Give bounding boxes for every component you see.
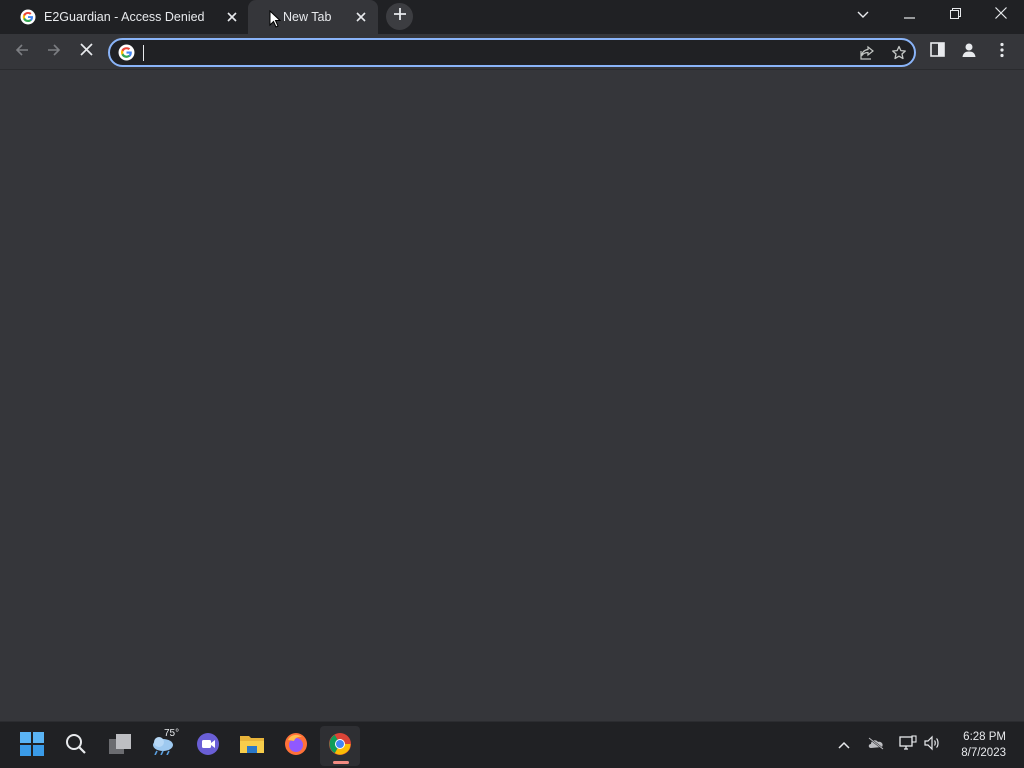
chrome-button[interactable] [320,726,360,766]
browser-toolbar [0,34,1024,70]
clock-date: 8/7/2023 [961,747,1006,759]
firefox-icon [284,732,308,761]
close-tab-icon[interactable] [223,8,241,26]
clock-time: 6:28 PM [963,731,1006,743]
google-g-icon [118,44,135,66]
restore-icon [949,6,961,24]
star-icon[interactable] [888,42,910,64]
restore-button[interactable] [932,0,978,30]
volume-icon [923,735,941,756]
address-input[interactable] [142,43,842,63]
tab-title: New Tab [283,10,332,24]
minimize-icon [903,6,915,24]
task-view-button[interactable] [100,726,140,766]
onedrive-status[interactable] [865,734,887,756]
tab-strip: E2Guardian - Access Denied New Tab [0,0,1024,34]
stop-loading-icon [79,43,93,61]
new-tab-button[interactable] [386,3,413,30]
minimize-button[interactable] [886,0,932,30]
omnibox[interactable] [108,38,916,67]
page-content-blank [0,71,1024,721]
side-panel-icon [929,42,945,62]
chevron-up-icon [838,736,850,754]
stop-loading-button[interactable] [71,37,101,67]
tab-search-button[interactable] [840,0,886,30]
windows-taskbar: 75° 6:28 PM 8/7/2023 [0,721,1024,768]
network-status[interactable] [897,734,919,756]
onedrive-offline-icon [867,736,885,755]
show-hidden-icons-button[interactable] [833,734,855,756]
forward-arrow-icon [46,42,62,63]
firefox-button[interactable] [276,726,316,766]
weather-temp: 75° [164,728,180,739]
taskbar-clock[interactable]: 6:28 PM 8/7/2023 [961,729,1006,761]
back-button[interactable] [7,37,37,67]
back-arrow-icon [14,42,30,63]
close-icon [995,6,1007,24]
forward-button[interactable] [39,37,69,67]
chrome-icon [328,732,352,761]
menu-button[interactable] [987,37,1017,67]
side-panel-button[interactable] [922,37,952,67]
start-button[interactable] [12,726,52,766]
text-caret [143,45,144,61]
tab-new-tab[interactable]: New Tab [248,0,378,34]
teams-icon [196,732,220,761]
share-icon[interactable] [856,42,878,64]
profile-button[interactable] [954,37,984,67]
file-explorer-icon [239,733,265,760]
task-view-icon [108,733,132,760]
profile-icon [960,41,978,64]
start-icon [20,731,44,761]
tab-e2guardian[interactable]: E2Guardian - Access Denied [0,0,246,34]
network-icon [899,734,917,756]
teams-button[interactable] [188,726,228,766]
close-tab-icon[interactable] [352,8,370,26]
mouse-cursor-icon [269,9,282,33]
chevron-down-icon [857,6,869,24]
plus-icon [393,7,407,26]
search-button[interactable] [56,726,96,766]
close-window-button[interactable] [978,0,1024,30]
search-icon [65,733,87,760]
volume-control[interactable] [921,734,943,756]
kebab-menu-icon [1000,42,1004,63]
file-explorer-button[interactable] [232,726,272,766]
tab-title: E2Guardian - Access Denied [44,10,205,24]
google-g-icon [20,9,36,28]
active-app-indicator [333,761,349,764]
